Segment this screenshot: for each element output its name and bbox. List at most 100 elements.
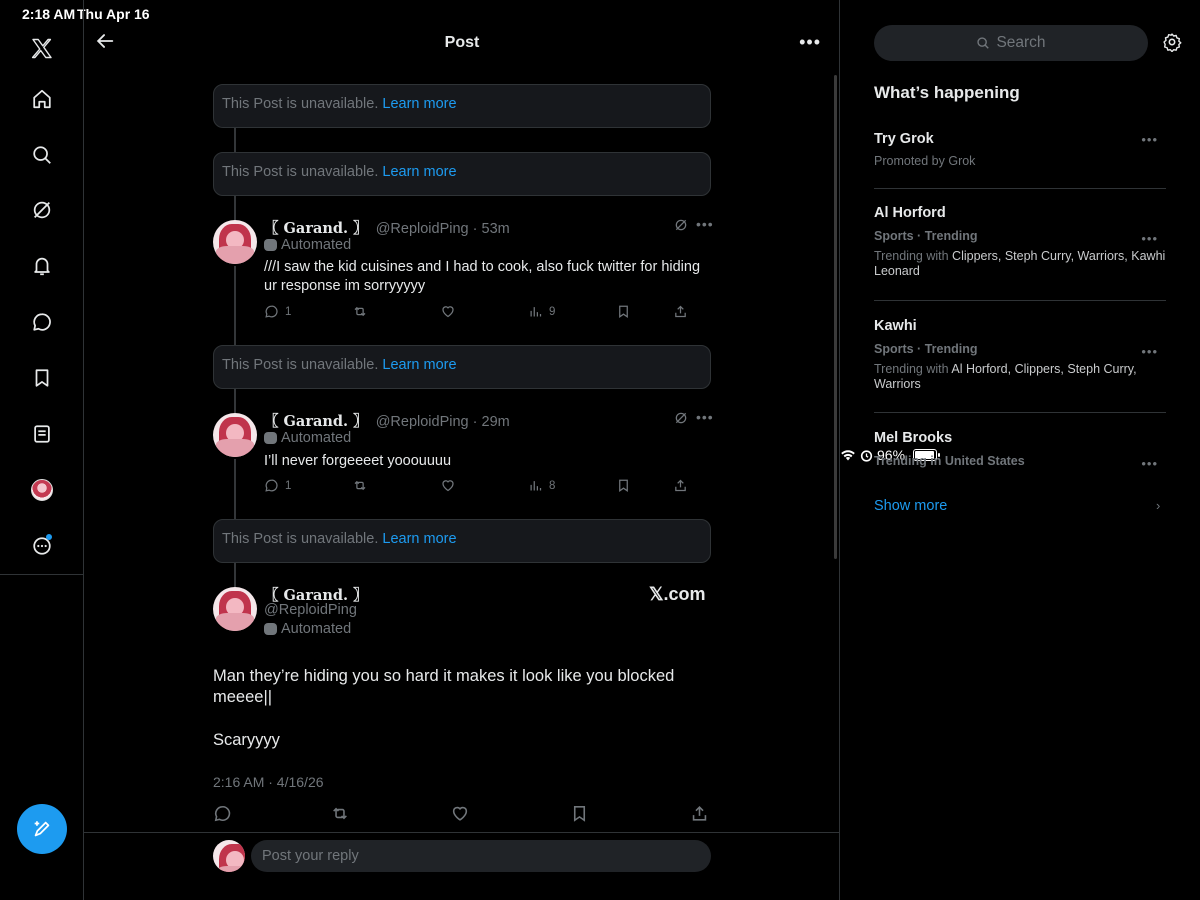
profile-avatar-image — [31, 479, 53, 501]
trend-item[interactable]: Mel Brooks Trending in United States ••• — [874, 430, 1166, 471]
trend-meta: Trending in United States — [874, 454, 1025, 468]
views-button[interactable]: 9 — [528, 304, 555, 319]
automated-text: Automated — [281, 430, 352, 446]
lists-icon[interactable] — [22, 414, 62, 454]
tweet-header: 〖 Garand. 〗 @ReploidPing · 53m — [264, 217, 510, 238]
trend-with: Trending with Al Horford, Clippers, Step… — [874, 362, 1166, 392]
trend-title: Al Horford — [874, 205, 946, 221]
bookmark-button[interactable] — [616, 304, 631, 319]
repost-button[interactable] — [352, 304, 368, 319]
thread-line — [234, 128, 236, 152]
author-handle[interactable]: @ReploidPing — [264, 602, 357, 618]
avatar[interactable] — [213, 413, 257, 457]
learn-more-link[interactable]: Learn more — [382, 96, 456, 112]
repost-icon — [354, 306, 366, 317]
author-name[interactable]: 〖 Garand. 〗 — [264, 413, 368, 430]
like-button[interactable] — [440, 478, 456, 493]
automated-text: Automated — [281, 237, 352, 253]
bot-icon — [264, 623, 277, 635]
reply-avatar — [213, 840, 245, 872]
show-more-link[interactable]: Show more — [874, 498, 947, 514]
trend-item[interactable]: Al Horford Sports · Trending Trending wi… — [874, 205, 1166, 279]
divider — [874, 412, 1166, 413]
trend-more-icon[interactable]: ••• — [1141, 231, 1158, 246]
share-button[interactable] — [673, 304, 688, 319]
avatar[interactable] — [213, 587, 257, 631]
bookmark-button[interactable] — [570, 804, 589, 823]
heart-icon — [452, 806, 468, 821]
reply-icon — [214, 805, 231, 822]
home-icon[interactable] — [22, 79, 62, 119]
trend-item[interactable]: Kawhi Sports · Trending Trending with Al… — [874, 318, 1166, 392]
trend-title: Kawhi — [874, 318, 917, 334]
learn-more-link[interactable]: Learn more — [382, 164, 456, 180]
repost-button[interactable] — [352, 478, 368, 493]
bot-icon — [264, 239, 277, 251]
settings-gear-icon[interactable] — [1162, 32, 1182, 57]
views-chart-icon — [530, 481, 542, 491]
chevron-right-icon: › — [1156, 498, 1161, 513]
grok-icon[interactable] — [22, 190, 62, 230]
messages-chat-icon[interactable] — [22, 302, 62, 342]
repost-button[interactable] — [330, 804, 350, 823]
profile-avatar[interactable] — [22, 470, 62, 510]
unavailable-text: This Post is unavailable. — [222, 164, 379, 180]
reply-icon — [265, 479, 278, 492]
more-options-icon[interactable] — [22, 526, 62, 566]
share-button[interactable] — [690, 804, 709, 823]
search-icon — [977, 37, 990, 49]
trend-sub: Promoted by Grok — [874, 154, 976, 168]
compose-post-button[interactable] — [17, 804, 67, 854]
repost-icon — [354, 480, 366, 491]
share-icon — [675, 305, 686, 318]
trend-more-icon[interactable]: ••• — [1141, 344, 1158, 359]
learn-more-link[interactable]: Learn more — [382, 357, 456, 373]
tweet-more-icon[interactable]: ••• — [696, 216, 714, 232]
avatar[interactable] — [213, 220, 257, 264]
author-name[interactable]: 〖 Garand. 〗 — [264, 220, 368, 237]
more-options-menu-icon[interactable]: ••• — [799, 32, 821, 53]
scrollbar[interactable] — [834, 75, 837, 559]
share-button[interactable] — [673, 478, 688, 493]
bookmarks-icon[interactable] — [22, 358, 62, 398]
views-button[interactable]: 8 — [528, 478, 555, 493]
divider — [874, 188, 1166, 189]
grok-icon[interactable] — [674, 411, 688, 428]
trend-meta: Sports · Trending — [874, 229, 978, 243]
reply-count: 1 — [285, 305, 292, 318]
bookmark-button[interactable] — [616, 478, 631, 493]
explore-search-icon[interactable] — [22, 135, 62, 175]
left-nav — [0, 0, 84, 900]
tweet-more-icon[interactable]: ••• — [696, 409, 714, 425]
share-icon — [692, 806, 707, 821]
repost-icon — [333, 807, 347, 820]
trend-more-icon[interactable]: ••• — [1141, 456, 1158, 471]
reply-icon — [265, 305, 278, 318]
post-timestamp[interactable]: 2:16 AM · 4/16/26 — [213, 774, 324, 790]
thread-line — [234, 389, 236, 413]
reply-input[interactable]: Post your reply — [251, 840, 711, 872]
notifications-bell-icon[interactable] — [22, 246, 62, 286]
learn-more-link[interactable]: Learn more — [382, 531, 456, 547]
automated-text: Automated — [281, 621, 352, 637]
trend-title: Try Grok — [874, 131, 934, 147]
trend-title: Mel Brooks — [874, 430, 953, 446]
author-handle-time: @ReploidPing · 29m — [375, 414, 510, 430]
tweet-text: ///I saw the kid cuisines and I had to c… — [264, 259, 701, 294]
reply-button[interactable] — [213, 804, 232, 823]
automated-label: Automated — [264, 237, 351, 253]
nav-divider — [0, 574, 84, 575]
trend-more-icon[interactable]: ••• — [1141, 132, 1158, 147]
reply-button[interactable]: 1 — [264, 478, 291, 493]
x-logo-icon[interactable] — [22, 29, 62, 69]
thread-line — [234, 563, 236, 587]
reply-button[interactable]: 1 — [264, 304, 291, 319]
automated-label: Automated — [264, 621, 351, 637]
trend-item[interactable]: Try Grok Promoted by Grok ••• — [874, 131, 1166, 168]
grok-icon[interactable] — [674, 218, 688, 235]
search-input[interactable]: Search — [874, 25, 1148, 61]
bookmark-icon — [619, 305, 628, 319]
like-button[interactable] — [440, 304, 456, 319]
like-button[interactable] — [450, 804, 470, 823]
search-placeholder: Search — [996, 34, 1046, 51]
